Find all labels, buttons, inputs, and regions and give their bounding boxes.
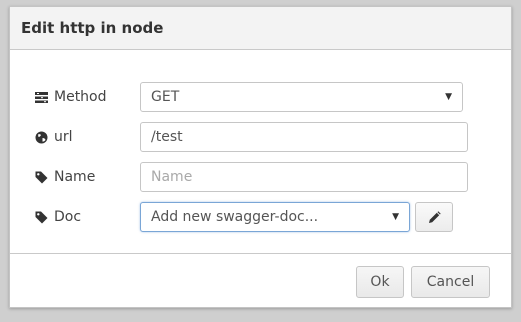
name-row: Name Name (10, 162, 511, 192)
method-row: Method GET ▼ (10, 82, 511, 112)
dialog-footer: Ok Cancel (10, 254, 511, 310)
doc-select[interactable]: Add new swagger-doc... ▼ (140, 202, 410, 232)
dialog-body: Method GET ▼ url /test Name Name Doc Add… (10, 50, 511, 254)
url-input[interactable]: /test (140, 122, 468, 152)
pencil-icon (428, 210, 441, 224)
method-select[interactable]: GET ▼ (140, 82, 463, 112)
tasks-icon (35, 91, 48, 104)
doc-value: Add new swagger-doc... (151, 209, 319, 225)
doc-label-group: Doc (35, 209, 81, 225)
edit-doc-button[interactable] (415, 202, 453, 232)
cancel-button[interactable]: Cancel (411, 266, 490, 298)
globe-icon (35, 131, 48, 144)
tag-icon (35, 171, 48, 184)
chevron-down-icon: ▼ (445, 92, 452, 102)
edit-node-dialog: Edit http in node Method GET ▼ url /test… (9, 6, 512, 308)
method-label-group: Method (35, 89, 107, 105)
url-label: url (54, 129, 73, 145)
name-label: Name (54, 169, 96, 185)
url-label-group: url (35, 129, 73, 145)
tag-icon (35, 211, 48, 224)
chevron-down-icon: ▼ (392, 212, 399, 222)
url-row: url /test (10, 122, 511, 152)
name-input[interactable]: Name (140, 162, 468, 192)
method-value: GET (151, 89, 180, 105)
ok-button[interactable]: Ok (356, 266, 404, 298)
dialog-title: Edit http in node (10, 7, 511, 50)
method-label: Method (54, 89, 107, 105)
doc-label: Doc (54, 209, 82, 225)
doc-row: Doc Add new swagger-doc... ▼ (10, 202, 511, 232)
name-label-group: Name (35, 169, 95, 185)
